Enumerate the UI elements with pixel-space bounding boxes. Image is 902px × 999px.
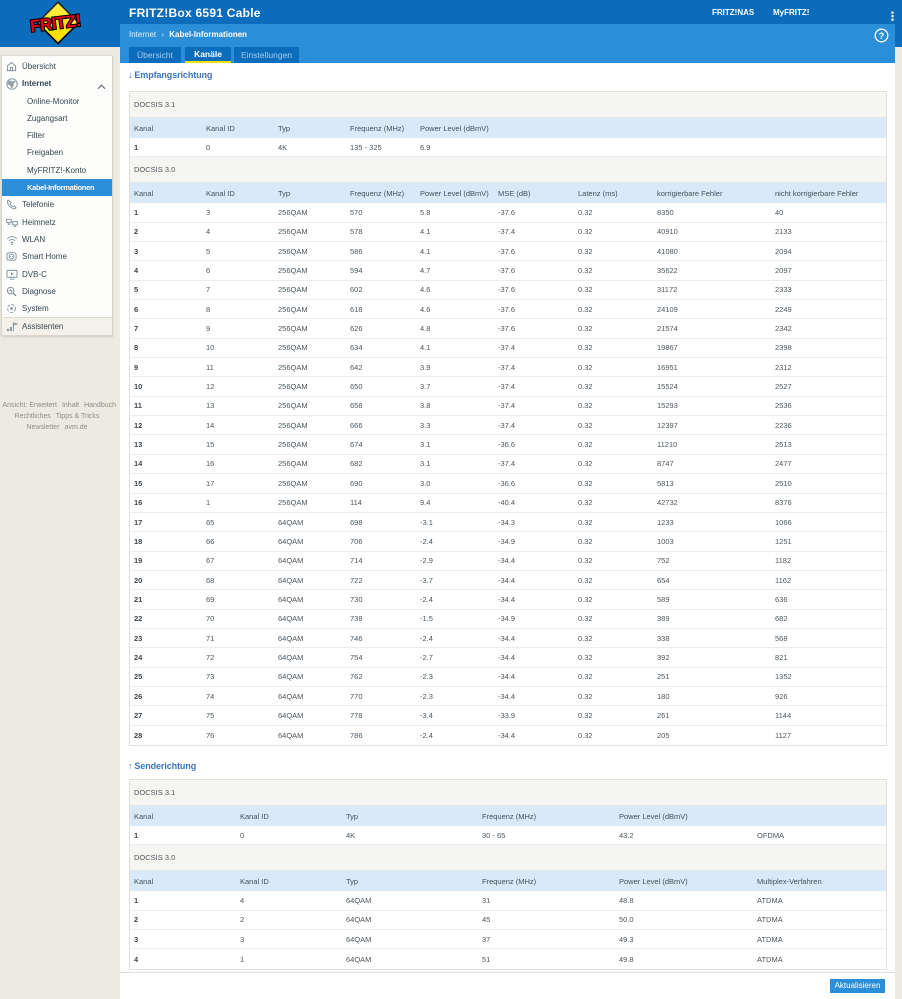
svg-text:FRITZ!: FRITZ! [29,11,82,36]
svg-text:?: ? [879,31,885,41]
